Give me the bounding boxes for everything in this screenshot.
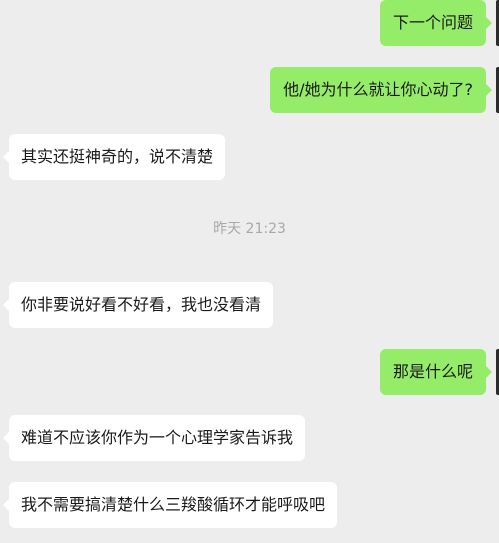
message-timestamp: 昨天 21:23 [213,221,286,237]
message-text: 我不需要搞清楚什么三羧酸循环才能呼吸吧 [21,495,326,514]
message-text: 其实还挺神奇的，说不清楚 [21,147,214,166]
message-text: 你非要说好看不好看，我也没看清 [21,295,262,314]
message-bubble-outgoing[interactable]: 那是什么呢 [379,349,493,395]
message-text: 难道不应该你作为一个心理学家告诉我 [21,428,294,447]
message-text: 下一个问题 [392,13,473,32]
message-bubble-outgoing[interactable]: 下一个问题 [379,0,493,46]
message-text: 那是什么呢 [392,362,473,381]
message-bubble-incoming[interactable]: 其实还挺神奇的，说不清楚 [2,134,226,180]
message-bubble-outgoing[interactable]: 他/她为什么就让你心动了? [270,67,492,113]
message-text: 他/她为什么就让你心动了? [283,80,473,99]
message-bubble-incoming[interactable]: 你非要说好看不好看，我也没看清 [2,282,274,328]
message-bubble-incoming[interactable]: 我不需要搞清楚什么三羧酸循环才能呼吸吧 [2,482,338,528]
message-bubble-incoming[interactable]: 难道不应该你作为一个心理学家告诉我 [2,415,306,461]
